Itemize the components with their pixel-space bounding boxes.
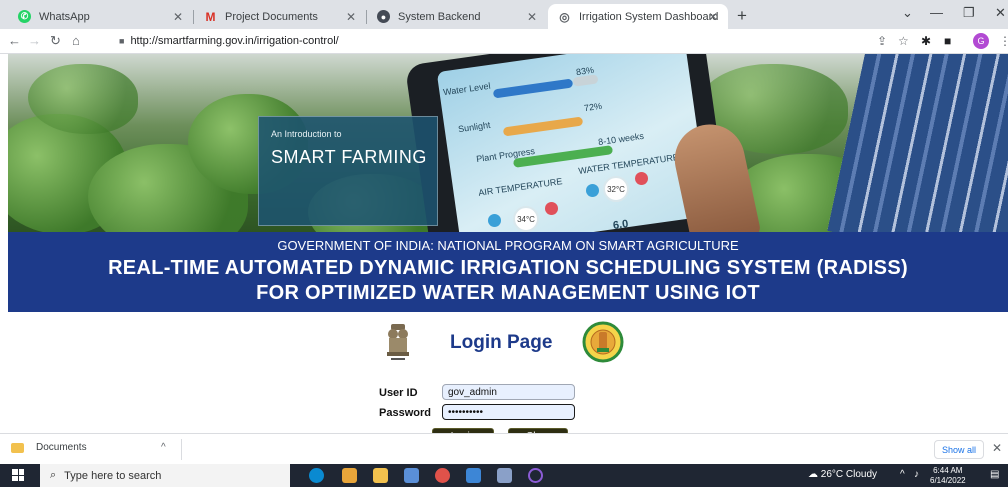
user-id-input[interactable] (442, 384, 575, 400)
forward-icon[interactable]: → (28, 33, 41, 48)
home-icon[interactable]: ⌂ (72, 33, 80, 48)
system-title-line2: FOR OPTIMIZED WATER MANAGEMENT USING IOT (256, 282, 760, 304)
menu-icon[interactable]: ⋮ (999, 34, 1008, 48)
show-all-button[interactable]: Show all (934, 440, 984, 459)
taskbar: ⌕ Type here to search ☁ 26°C Cloudy ^ ♪ … (0, 464, 1008, 487)
close-icon[interactable]: ✕ (346, 10, 356, 24)
chrome-icon[interactable] (435, 468, 450, 483)
edge-icon[interactable] (309, 468, 324, 483)
folder-icon (11, 442, 24, 453)
tab-label: Project Documents (225, 10, 318, 23)
file-explorer-icon[interactable] (373, 468, 388, 483)
notification-icon[interactable]: ▤ (990, 469, 999, 480)
window-close-icon[interactable]: ✕ (995, 5, 1006, 21)
clock-date: 6/14/2022 (930, 476, 966, 485)
clock[interactable]: 6:44 AM 6/14/2022 (930, 466, 966, 486)
app-icon[interactable] (497, 468, 512, 483)
profile-avatar[interactable]: G (973, 33, 989, 49)
hero-banner: Water Level 83% Sunlight 72% Plant Progr… (8, 54, 1008, 232)
national-emblem-icon (387, 324, 409, 360)
download-item-label: Documents (36, 442, 87, 453)
chevron-up-icon[interactable]: ^ (900, 469, 905, 480)
side-panel-icon[interactable]: ■ (944, 34, 951, 48)
whatsapp-icon: ✆ (18, 10, 31, 23)
increase-icon (635, 172, 648, 185)
lock-icon: ■ (119, 36, 125, 46)
chevron-up-icon[interactable]: ^ (161, 442, 166, 453)
cloud-icon: ☁ (808, 469, 818, 480)
intro-box: An Introduction to SMART FARMING (258, 116, 438, 226)
decrease-icon (488, 214, 501, 227)
tab-strip: ✆ WhatsApp ✕ M Project Documents ✕ ● Sys… (0, 0, 1008, 29)
share-icon[interactable]: ⇪ (877, 34, 887, 48)
ph-value: 6.0 (612, 217, 630, 232)
close-icon[interactable]: ✕ (992, 441, 1002, 455)
tab-label: System Backend (398, 10, 481, 23)
tab-label: WhatsApp (39, 10, 90, 23)
minimize-icon[interactable]: — (930, 5, 943, 20)
new-tab-button[interactable]: + (737, 6, 747, 26)
state-seal-icon (582, 321, 624, 363)
app-icon: ● (377, 10, 390, 23)
tab-project-documents[interactable]: M Project Documents ✕ (194, 4, 366, 29)
search-icon: ⌕ (50, 469, 57, 481)
url-field[interactable]: ■ http://smartfarming.gov.in/irrigation-… (119, 35, 339, 47)
app-icon[interactable] (466, 468, 481, 483)
url-text: http://smartfarming.gov.in/irrigation-co… (130, 35, 339, 47)
water-temp-dial: 32°C (603, 176, 629, 202)
reload-icon[interactable]: ↻ (50, 33, 61, 49)
extensions-icon[interactable]: ✱ (921, 34, 931, 48)
password-label: Password (379, 407, 431, 419)
lettuce-leaf (28, 64, 138, 134)
paint-icon[interactable] (404, 468, 419, 483)
close-icon[interactable]: ✕ (173, 10, 183, 24)
browser-window: ✆ WhatsApp ✕ M Project Documents ✕ ● Sys… (0, 0, 1008, 487)
password-input[interactable] (442, 404, 575, 420)
close-icon[interactable]: ✕ (708, 10, 718, 24)
store-icon[interactable] (342, 468, 357, 483)
system-title: REAL-TIME AUTOMATED DYNAMIC IRRIGATION S… (108, 257, 908, 279)
decrease-icon (586, 184, 599, 197)
weather-text: 26°C Cloudy (820, 469, 878, 480)
restore-icon[interactable]: ❐ (963, 5, 975, 21)
tab-search-icon[interactable]: ⌄ (902, 5, 913, 21)
back-icon[interactable]: ← (8, 33, 21, 48)
gmail-icon: M (205, 9, 216, 24)
title-band: GOVERNMENT OF INDIA: NATIONAL PROGRAM ON… (8, 232, 1008, 312)
bookmark-star-icon[interactable]: ☆ (898, 34, 909, 48)
program-subtitle: GOVERNMENT OF INDIA: NATIONAL PROGRAM ON… (277, 238, 739, 253)
tab-system-backend[interactable]: ● System Backend ✕ (367, 4, 547, 29)
tab-whatsapp[interactable]: ✆ WhatsApp ✕ (8, 4, 193, 29)
close-icon[interactable]: ✕ (527, 10, 537, 24)
increase-icon (545, 202, 558, 215)
divider (181, 439, 182, 460)
taskbar-search-placeholder: Type here to search (64, 469, 162, 482)
air-temp-dial: 34°C (513, 206, 539, 232)
link-icon[interactable] (528, 468, 543, 483)
login-heading: Login Page (450, 332, 553, 353)
intro-title: SMART FARMING (271, 147, 427, 167)
user-id-label: User ID (379, 387, 418, 399)
weather-widget[interactable]: ☁ 26°C Cloudy (808, 469, 877, 480)
taskbar-search[interactable]: ⌕ Type here to search (40, 464, 290, 487)
windows-start-icon[interactable] (12, 469, 24, 481)
globe-icon: ◎ (559, 9, 570, 24)
tab-label: Irrigation System Dashboard (578, 10, 718, 23)
download-bar: Documents ^ Show all ✕ (0, 433, 1008, 464)
plaid-shirt-image (827, 54, 1008, 232)
address-bar: ← → ↻ ⌂ ■ http://smartfarming.gov.in/irr… (0, 29, 1008, 54)
tab-irrigation-dashboard[interactable]: ◎ Irrigation System Dashboard ✕ (548, 4, 728, 29)
volume-icon[interactable]: ♪ (914, 469, 919, 480)
intro-caption: An Introduction to (271, 129, 342, 139)
clock-time: 6:44 AM (933, 466, 963, 475)
download-item[interactable]: Documents (11, 442, 87, 453)
